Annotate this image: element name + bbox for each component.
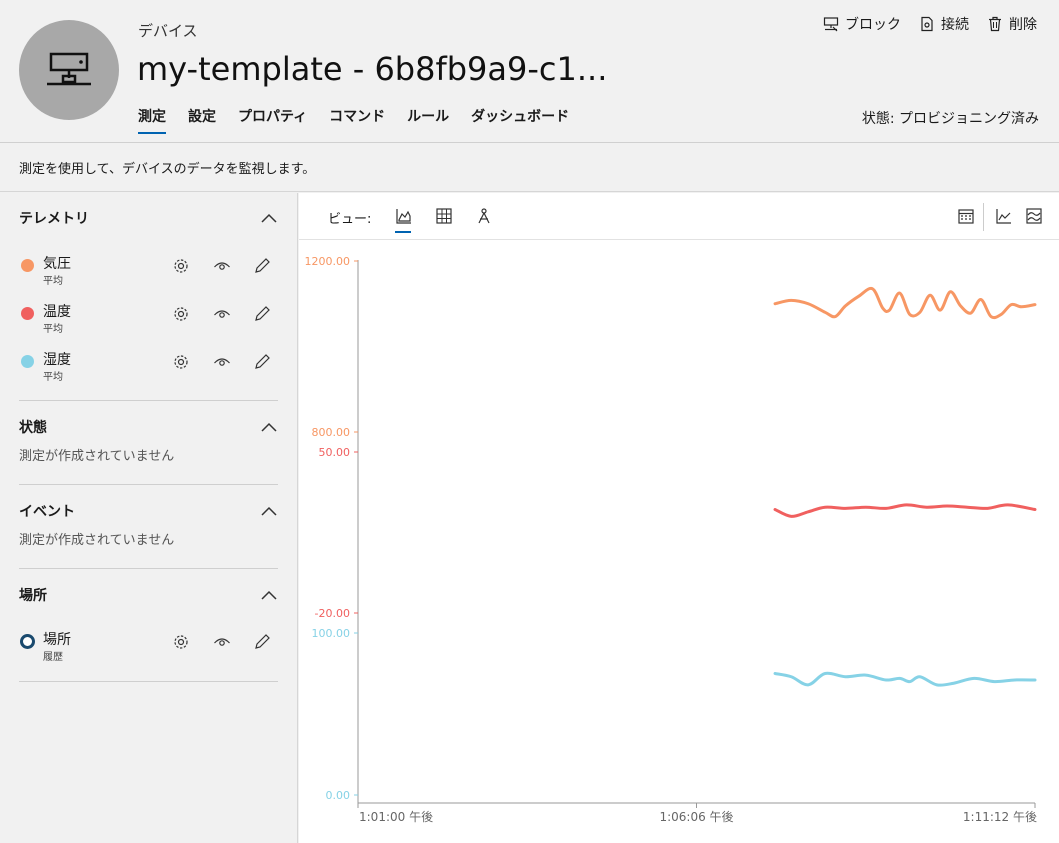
area-chart-icon[interactable] bbox=[395, 207, 413, 225]
line-chart-icon[interactable] bbox=[995, 207, 1013, 225]
connect-button[interactable]: 接続 bbox=[919, 14, 969, 34]
header-actions: ブロック 接続 削除 bbox=[823, 14, 1037, 34]
tab-bar: 測定 設定 プロパティ コマンド ルール ダッシュボード bbox=[138, 106, 591, 134]
y-tick-label: 50.00 bbox=[319, 446, 351, 459]
series-line bbox=[773, 503, 1037, 518]
location-header[interactable]: 場所 bbox=[19, 585, 278, 605]
pencil-icon[interactable] bbox=[253, 257, 271, 275]
x-tick-label: 1:11:12 午後 bbox=[963, 810, 1037, 824]
provisioning-status: 状態: プロビジョニング済み bbox=[861, 111, 1039, 127]
events-title: イベント bbox=[19, 504, 75, 520]
events-section: イベント 測定が作成されていません bbox=[19, 501, 278, 548]
connect-label: 接続 bbox=[941, 17, 969, 33]
connect-icon bbox=[921, 16, 933, 32]
telemetry-item-pressure[interactable]: 気圧 平均 bbox=[19, 253, 278, 293]
series-color-dot bbox=[21, 259, 34, 272]
location-item[interactable]: 場所 履歴 bbox=[19, 629, 278, 669]
y-tick-label: 100.00 bbox=[312, 627, 351, 640]
events-header[interactable]: イベント bbox=[19, 501, 278, 521]
active-view-indicator bbox=[395, 231, 411, 233]
gear-icon[interactable] bbox=[172, 353, 190, 371]
x-tick-label: 1:06:06 午後 bbox=[659, 810, 733, 824]
block-label: ブロック bbox=[845, 17, 901, 33]
measurement-aggregation: 履歴 bbox=[43, 652, 63, 663]
chevron-up-icon[interactable] bbox=[260, 421, 278, 433]
section-divider bbox=[19, 484, 278, 485]
gear-icon[interactable] bbox=[172, 633, 190, 651]
block-button[interactable]: ブロック bbox=[823, 14, 901, 34]
pencil-icon[interactable] bbox=[253, 633, 271, 651]
series-line bbox=[773, 286, 1037, 320]
eye-icon[interactable] bbox=[213, 353, 231, 371]
y-tick-label: 800.00 bbox=[312, 426, 351, 439]
view-label: ビュー: bbox=[328, 212, 372, 227]
eye-icon[interactable] bbox=[213, 633, 231, 651]
location-title: 場所 bbox=[19, 588, 47, 604]
measurement-name: 温度 bbox=[43, 304, 71, 320]
pencil-icon[interactable] bbox=[253, 305, 271, 323]
event-view-icon[interactable] bbox=[475, 207, 493, 225]
y-tick-label: -20.00 bbox=[315, 607, 350, 620]
measurement-name: 気圧 bbox=[43, 256, 71, 272]
gear-icon[interactable] bbox=[172, 305, 190, 323]
tab-measurements[interactable]: 測定 bbox=[138, 106, 166, 134]
delete-label: 削除 bbox=[1009, 17, 1037, 33]
tab-dashboard[interactable]: ダッシュボード bbox=[471, 106, 569, 134]
calendar-icon[interactable] bbox=[957, 207, 975, 225]
series-color-dot bbox=[21, 307, 34, 320]
device-icon bbox=[47, 52, 91, 86]
state-title: 状態 bbox=[19, 420, 47, 436]
measurement-aggregation: 平均 bbox=[43, 372, 63, 383]
x-tick-label: 1:01:00 午後 bbox=[359, 810, 433, 824]
page-description: 測定を使用して、デバイスのデータを監視します。 bbox=[0, 144, 1059, 192]
events-empty-text: 測定が作成されていません bbox=[19, 533, 175, 548]
measurement-aggregation: 平均 bbox=[43, 276, 63, 287]
block-icon bbox=[823, 17, 839, 32]
pencil-icon[interactable] bbox=[253, 353, 271, 371]
page-title: my-template - 6b8fb9a9-c1... bbox=[137, 50, 608, 88]
chart-toolbar: ビュー: bbox=[299, 193, 1059, 240]
location-ring-icon bbox=[20, 634, 35, 649]
measurement-name: 場所 bbox=[43, 632, 71, 648]
tab-rules[interactable]: ルール bbox=[407, 106, 449, 134]
measurement-name: 湿度 bbox=[43, 352, 71, 368]
y-tick-label: 1200.00 bbox=[305, 255, 351, 268]
grid-view-icon[interactable] bbox=[435, 207, 453, 225]
state-header[interactable]: 状態 bbox=[19, 417, 278, 437]
state-section: 状態 測定が作成されていません bbox=[19, 417, 278, 464]
y-tick-label: 0.00 bbox=[326, 789, 351, 802]
measurement-aggregation: 平均 bbox=[43, 324, 63, 335]
telemetry-line-chart: 1:01:00 午後 1:06:06 午後 1:11:12 午後 1200.00 800… bbox=[305, 255, 1038, 824]
delete-button[interactable]: 削除 bbox=[987, 14, 1037, 34]
series-line bbox=[773, 671, 1037, 687]
toolbar-separator bbox=[983, 203, 984, 231]
section-divider bbox=[19, 400, 278, 401]
device-avatar bbox=[19, 20, 119, 120]
eye-icon[interactable] bbox=[213, 257, 231, 275]
tab-properties[interactable]: プロパティ bbox=[238, 106, 307, 134]
telemetry-header[interactable]: テレメトリ bbox=[19, 208, 278, 228]
chevron-up-icon[interactable] bbox=[260, 212, 278, 224]
state-empty-text: 測定が作成されていません bbox=[19, 449, 175, 464]
section-divider bbox=[19, 681, 278, 682]
device-kind-label: デバイス bbox=[138, 22, 198, 40]
chart-panel: ビュー: 1:01:00 午後 1:06:06 午後 1:11:12 午後 1200.… bbox=[299, 193, 1059, 843]
device-header: デバイス my-template - 6b8fb9a9-c1... 測定 設定 … bbox=[0, 0, 1059, 143]
tab-settings[interactable]: 設定 bbox=[188, 106, 216, 134]
telemetry-item-temperature[interactable]: 温度 平均 bbox=[19, 301, 278, 341]
telemetry-item-humidity[interactable]: 湿度 平均 bbox=[19, 349, 278, 389]
telemetry-title: テレメトリ bbox=[19, 211, 89, 227]
chevron-up-icon[interactable] bbox=[260, 589, 278, 601]
chevron-up-icon[interactable] bbox=[260, 505, 278, 517]
location-section: 場所 bbox=[19, 585, 278, 605]
gear-icon[interactable] bbox=[172, 257, 190, 275]
trash-icon bbox=[989, 16, 1001, 32]
eye-icon[interactable] bbox=[213, 305, 231, 323]
stacked-chart-icon[interactable] bbox=[1025, 207, 1043, 225]
tab-commands[interactable]: コマンド bbox=[329, 106, 385, 134]
section-divider bbox=[19, 568, 278, 569]
telemetry-section: テレメトリ bbox=[19, 208, 278, 228]
series-color-dot bbox=[21, 355, 34, 368]
measurements-sidebar: テレメトリ 気圧 平均 温度 平均 湿度 平均 状態 測定が作成されていません bbox=[0, 193, 298, 843]
